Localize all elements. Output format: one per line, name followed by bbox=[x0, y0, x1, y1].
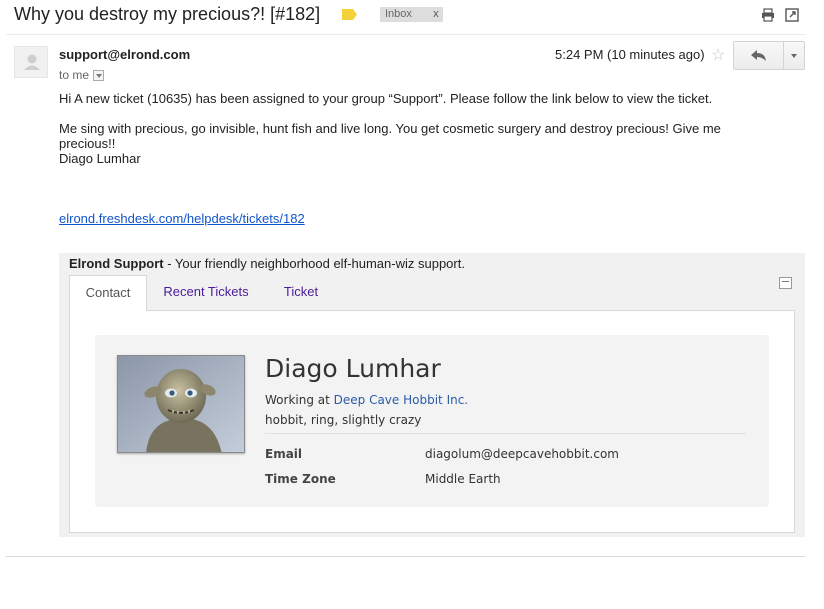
widget-title-brand: Elrond Support bbox=[69, 256, 164, 271]
contact-name: Diago Lumhar bbox=[265, 354, 441, 383]
widget-title-tagline: - Your friendly neighborhood elf-human-w… bbox=[163, 256, 465, 271]
body-message-block: Me sing with precious, go invisible, hun… bbox=[59, 121, 759, 166]
recipient-details-dropdown[interactable] bbox=[93, 69, 105, 81]
more-actions-button[interactable] bbox=[784, 42, 804, 69]
working-at-label: Working at bbox=[265, 393, 334, 407]
reply-icon bbox=[750, 49, 766, 61]
message-bottom-divider bbox=[6, 556, 806, 557]
company-link[interactable]: Deep Cave Hobbit Inc. bbox=[334, 393, 468, 407]
contact-tags: hobbit, ring, slightly crazy bbox=[265, 413, 422, 427]
reply-button[interactable] bbox=[734, 42, 784, 69]
timezone-field-value: Middle Earth bbox=[425, 472, 501, 486]
remove-label-button[interactable]: x bbox=[429, 7, 443, 22]
label-tag-icon[interactable] bbox=[342, 9, 357, 20]
recipient-line: to me bbox=[59, 68, 105, 82]
contact-company-line: Working at Deep Cave Hobbit Inc. bbox=[265, 393, 468, 407]
widget-title: Elrond Support - Your friendly neighborh… bbox=[69, 256, 465, 271]
sender-avatar bbox=[14, 46, 48, 78]
inbox-label-chip: Inbox x bbox=[380, 7, 443, 22]
chevron-down-icon bbox=[791, 53, 797, 58]
body-message: Me sing with precious, go invisible, hun… bbox=[59, 121, 721, 151]
body-signature: Diago Lumhar bbox=[59, 151, 141, 166]
print-icon[interactable] bbox=[761, 8, 775, 22]
new-window-icon[interactable] bbox=[785, 8, 799, 22]
contact-photo bbox=[117, 355, 245, 453]
email-subject: Why you destroy my precious?! [#182] bbox=[14, 4, 321, 24]
contact-photo-image bbox=[118, 356, 244, 452]
tab-recent-tickets[interactable]: Recent Tickets bbox=[150, 275, 262, 311]
subject-bar: Why you destroy my precious?! [#182] Inb… bbox=[0, 0, 824, 32]
card-divider bbox=[265, 433, 746, 434]
email-field-value: diagolum@deepcavehobbit.com bbox=[425, 447, 619, 461]
sender-email[interactable]: support@elrond.com bbox=[59, 47, 190, 62]
person-icon bbox=[24, 54, 40, 70]
inbox-label-text: Inbox bbox=[385, 8, 412, 20]
ticket-link[interactable]: elrond.freshdesk.com/helpdesk/tickets/18… bbox=[59, 211, 305, 226]
tab-contact[interactable]: Contact bbox=[69, 275, 147, 311]
message-timestamp: 5:24 PM (10 minutes ago) bbox=[555, 47, 705, 62]
collapse-icon[interactable] bbox=[779, 277, 792, 289]
body-intro: Hi A new ticket (10635) has been assigne… bbox=[59, 91, 713, 106]
tab-ticket[interactable]: Ticket bbox=[268, 275, 334, 311]
header-divider bbox=[6, 34, 806, 35]
email-field-label: Email bbox=[265, 447, 303, 461]
star-icon[interactable]: ☆ bbox=[711, 45, 725, 65]
timezone-field-label: Time Zone bbox=[265, 472, 336, 486]
reply-button-group bbox=[733, 41, 805, 70]
recipient-label: to me bbox=[59, 68, 90, 82]
